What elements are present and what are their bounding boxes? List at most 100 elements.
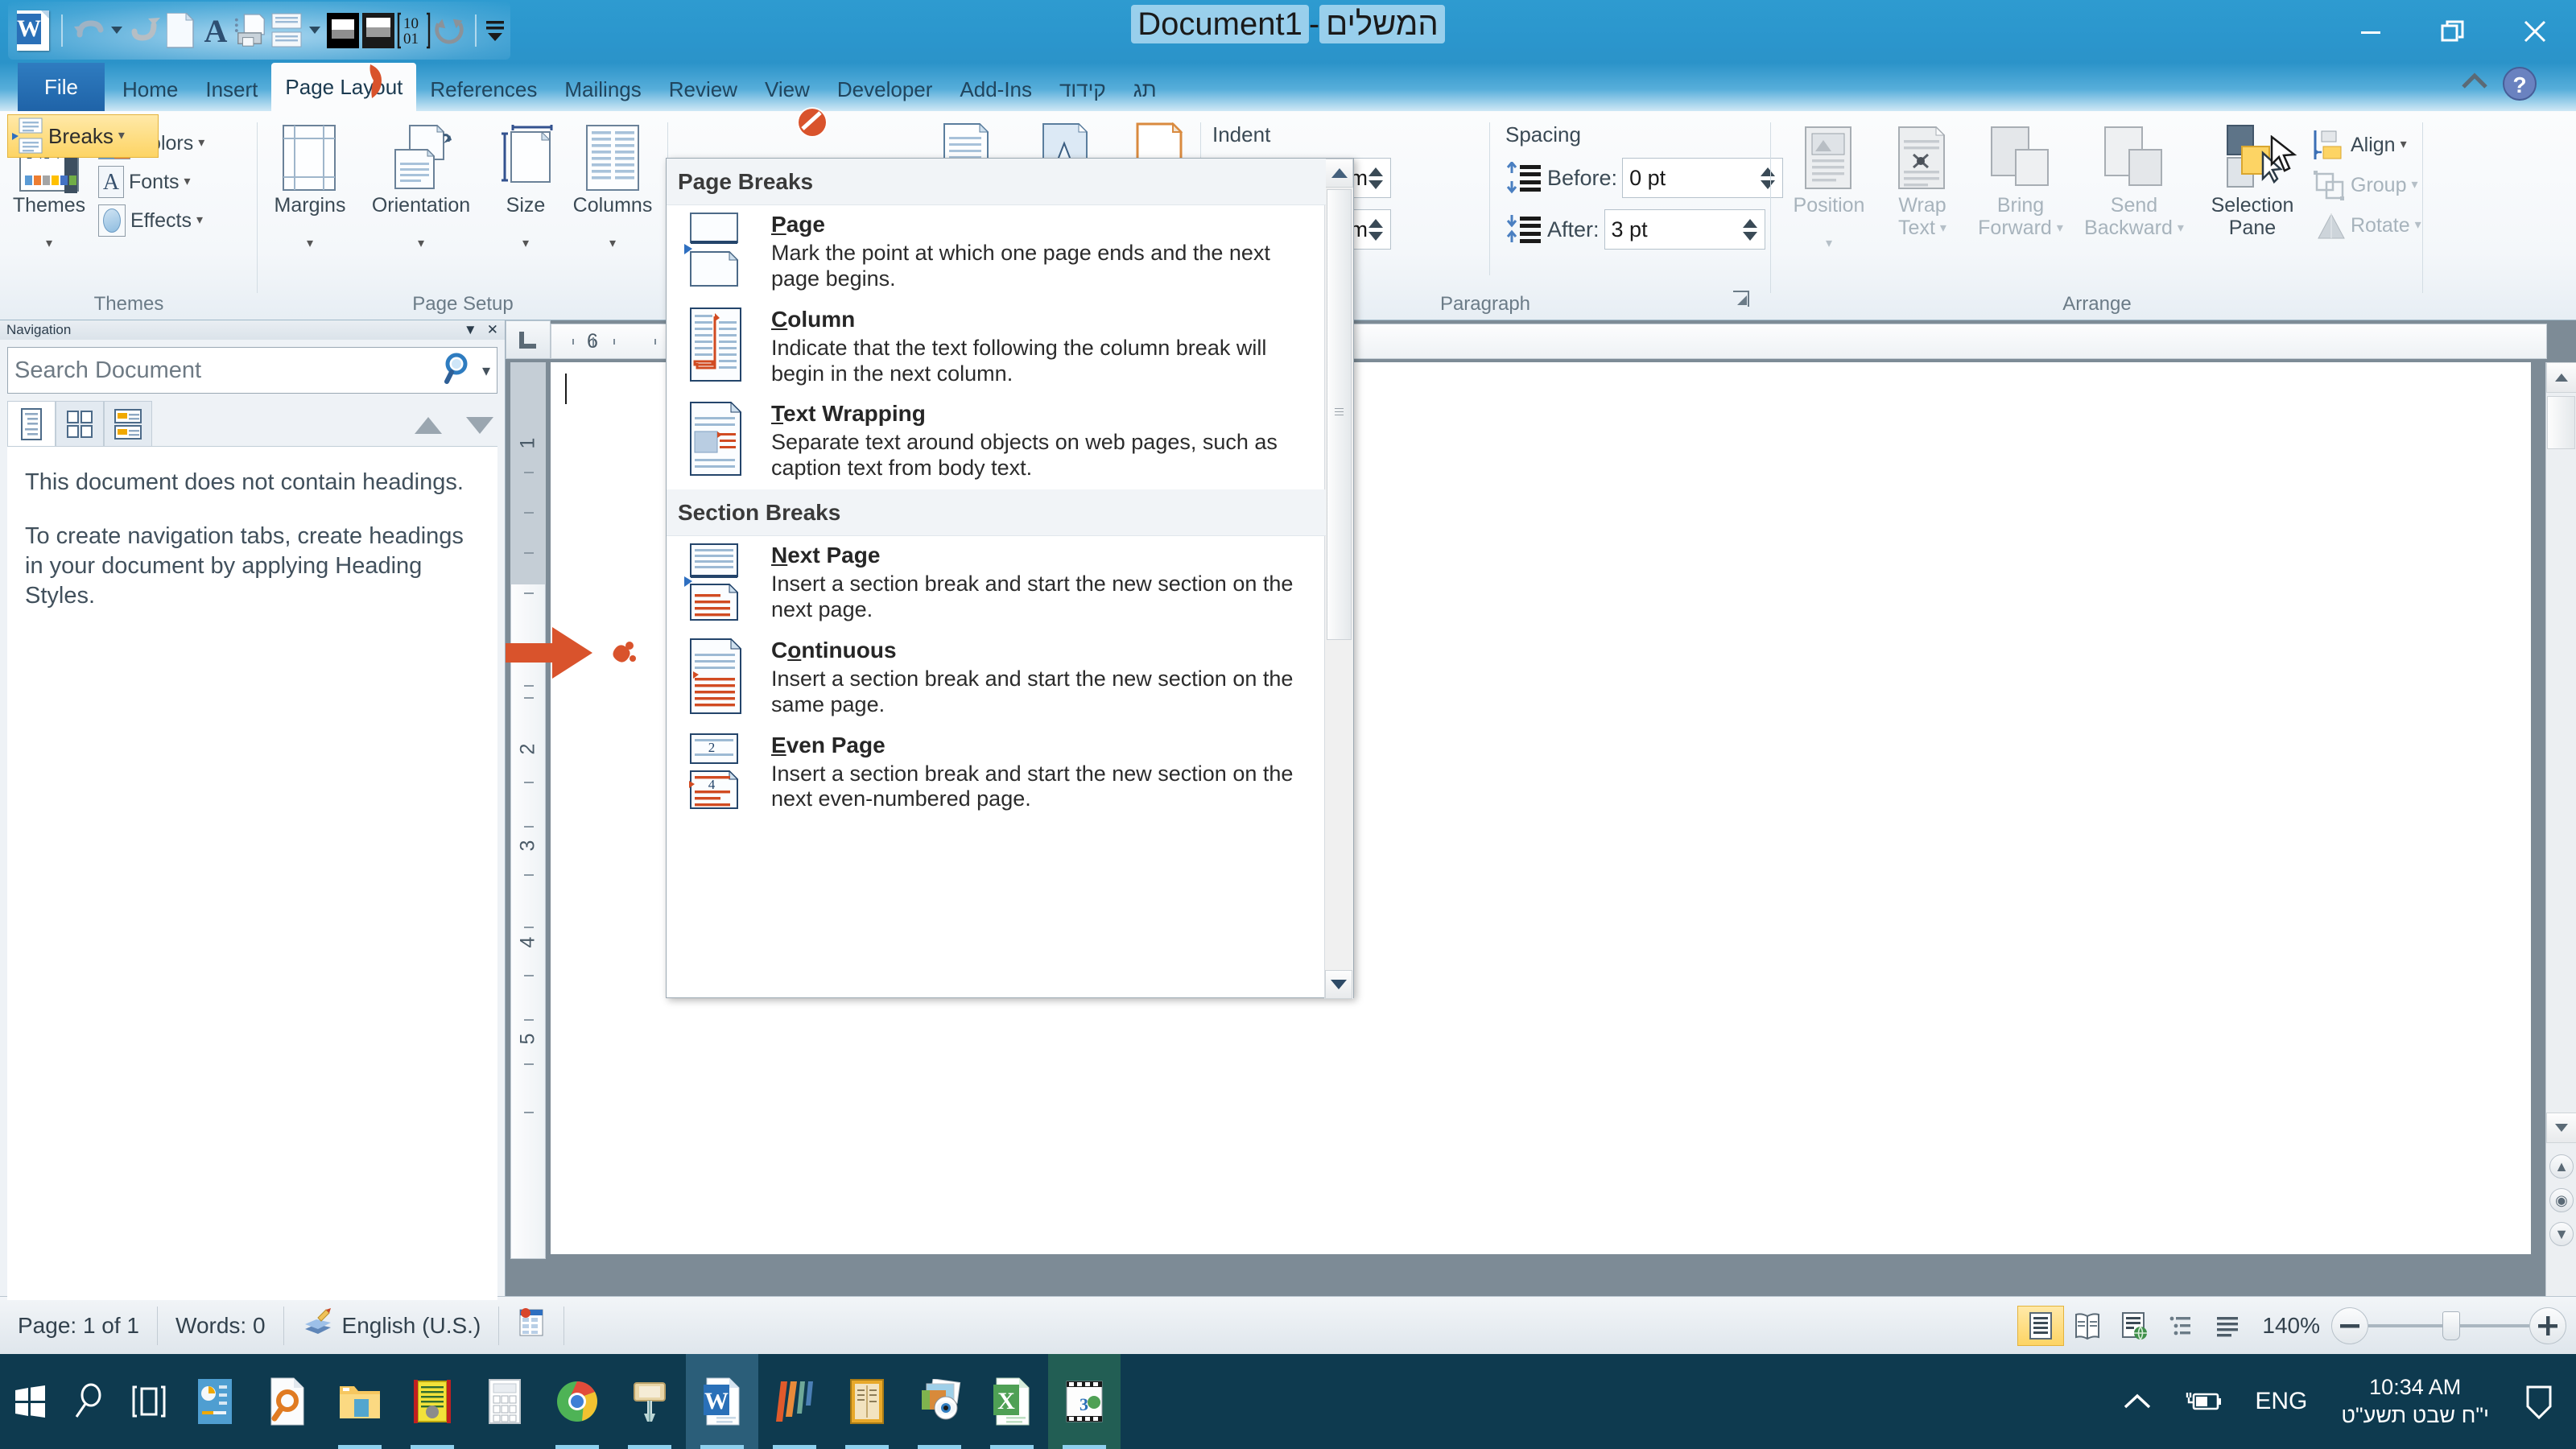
excel-app-icon[interactable]: X xyxy=(976,1354,1048,1449)
columns-button[interactable]: Columns ▾ xyxy=(565,124,660,250)
spacing-before-icon xyxy=(1505,162,1542,194)
minimize-button[interactable] xyxy=(2330,0,2412,63)
tab-home[interactable]: Home xyxy=(109,68,192,111)
search-icon[interactable] xyxy=(442,351,477,390)
dropdown-scroll-up-button[interactable] xyxy=(1325,159,1353,188)
notification-icon[interactable] xyxy=(2507,1354,2571,1449)
chrome-browser-icon[interactable] xyxy=(541,1354,613,1449)
send-backward-button[interactable]: Send Backward▾ xyxy=(2074,124,2194,240)
tab-insert[interactable]: Insert xyxy=(192,68,271,111)
navigation-pane-close-icon[interactable]: ✕ xyxy=(487,322,498,338)
vertical-ruler[interactable]: 112345 xyxy=(510,362,546,1259)
select-browse-object-button[interactable]: ◉ xyxy=(2549,1188,2574,1212)
orientation-button[interactable]: Orientation ▾ xyxy=(361,124,481,250)
task-view-icon[interactable] xyxy=(119,1354,179,1449)
close-button[interactable] xyxy=(2494,0,2576,63)
settings-app-icon[interactable] xyxy=(179,1354,251,1449)
media-stripes-app-icon[interactable] xyxy=(758,1354,831,1449)
menu-item-column[interactable]: ColumnIndicate that the text following t… xyxy=(667,300,1326,395)
sidebar-item-search-results[interactable] xyxy=(104,401,152,446)
clock[interactable]: 10:34 AM י"ח שבט תשע"ט xyxy=(2323,1354,2507,1449)
tab-mailings[interactable]: Mailings xyxy=(551,68,654,111)
navigation-next-icon[interactable] xyxy=(465,415,494,440)
navigation-prev-icon[interactable] xyxy=(414,415,443,440)
status-page[interactable]: Page: 1 of 1 xyxy=(0,1307,158,1345)
scroll-down-button[interactable] xyxy=(2546,1113,2576,1143)
scroll-up-button[interactable] xyxy=(2546,362,2576,393)
breaks-button[interactable]: Breaks ▾ xyxy=(7,114,159,158)
bring-forward-button[interactable]: Bring Forward▾ xyxy=(1969,124,2072,240)
document-vertical-scrollbar[interactable]: ▲ ◉ ▼ xyxy=(2545,362,2576,1296)
tab-review[interactable]: Review xyxy=(655,68,751,111)
zoom-out-button[interactable] xyxy=(2331,1307,2368,1344)
video-editor-app-icon[interactable]: 3 xyxy=(1048,1354,1121,1449)
size-button[interactable]: Size ▾ xyxy=(489,124,562,250)
annotation-marker-breaks xyxy=(793,105,832,143)
next-page-button[interactable]: ▼ xyxy=(2549,1222,2574,1246)
menu-item-continuous[interactable]: ContinuousInsert a section break and sta… xyxy=(667,631,1326,726)
status-bar-right: 140% xyxy=(2017,1306,2576,1346)
collapse-ribbon-icon[interactable] xyxy=(2460,69,2489,97)
tab-תג[interactable]: תג xyxy=(1120,68,1170,111)
sidebar-item-headings[interactable] xyxy=(7,401,56,446)
restore-button[interactable] xyxy=(2412,0,2494,63)
wrap-text-button[interactable]: Wrap Text▾ xyxy=(1877,124,1967,240)
theme-effects-button[interactable]: Effects ▾ xyxy=(98,204,204,237)
help-icon[interactable]: ? xyxy=(2502,66,2537,105)
windows-start-icon[interactable] xyxy=(0,1354,60,1449)
calculator-app-icon[interactable] xyxy=(469,1354,541,1449)
window-title-document: Document1 xyxy=(1131,5,1309,43)
outline-view-button[interactable] xyxy=(2157,1306,2204,1346)
book-reader-app-icon[interactable] xyxy=(831,1354,903,1449)
navigation-pane-options-icon[interactable]: ▼ xyxy=(464,322,477,338)
pdf-search-app-icon[interactable] xyxy=(251,1354,324,1449)
menu-item-page[interactable]: PageMark the point at which one page end… xyxy=(667,205,1326,300)
hebrew-library-app-icon[interactable] xyxy=(396,1354,469,1449)
scanner-app-icon[interactable] xyxy=(613,1354,686,1449)
zoom-level-label[interactable]: 140% xyxy=(2251,1313,2331,1339)
tab-references[interactable]: References xyxy=(416,68,551,111)
search-dropdown-icon[interactable]: ▾ xyxy=(482,361,490,381)
print-layout-view-button[interactable] xyxy=(2017,1306,2064,1346)
zoom-in-button[interactable] xyxy=(2529,1307,2566,1344)
menu-item-text-wrapping[interactable]: Text WrappingSeparate text around object… xyxy=(667,394,1326,489)
spacing-before-field[interactable]: Before: 0 pt xyxy=(1505,158,1783,198)
battery-charging-icon[interactable] xyxy=(2168,1354,2239,1449)
previous-page-button[interactable]: ▲ xyxy=(2549,1154,2574,1179)
sidebar-item-pages[interactable] xyxy=(56,401,104,446)
language-indicator[interactable]: ENG xyxy=(2239,1354,2323,1449)
file-explorer-icon[interactable] xyxy=(324,1354,396,1449)
zoom-slider-thumb[interactable] xyxy=(2442,1311,2460,1340)
search-icon[interactable] xyxy=(60,1354,119,1449)
scroll-thumb[interactable] xyxy=(2547,396,2575,449)
position-button[interactable]: Position ▾ xyxy=(1782,124,1876,250)
full-screen-reading-view-button[interactable] xyxy=(2064,1306,2111,1346)
menu-item-even-page[interactable]: 2 4 Even PageInsert a section break and … xyxy=(667,726,1326,821)
photo-viewer-app-icon[interactable] xyxy=(903,1354,976,1449)
tab-add-ins[interactable]: Add-Ins xyxy=(946,68,1046,111)
web-layout-view-button[interactable] xyxy=(2111,1306,2157,1346)
dropdown-scrollbar[interactable] xyxy=(1324,159,1353,999)
status-words[interactable]: Words: 0 xyxy=(158,1307,284,1345)
tab-קידוד[interactable]: קידוד xyxy=(1046,68,1120,111)
zoom-slider-track[interactable] xyxy=(2368,1324,2529,1327)
theme-fonts-button[interactable]: A Fonts ▾ xyxy=(98,166,204,198)
spacing-after-field[interactable]: After: 3 pt xyxy=(1505,209,1765,250)
status-language[interactable]: English (U.S.) xyxy=(284,1307,500,1345)
align-button[interactable]: Align ▾ xyxy=(2312,129,2421,161)
status-macro[interactable] xyxy=(499,1307,564,1345)
margins-button[interactable]: Margins ▾ xyxy=(267,124,353,250)
draft-view-button[interactable] xyxy=(2204,1306,2251,1346)
group-button[interactable]: Group ▾ xyxy=(2312,169,2421,201)
dropdown-scroll-down-button[interactable] xyxy=(1325,970,1352,999)
search-document-input[interactable]: Search Document ▾ xyxy=(7,347,497,394)
margins-button-label: Margins xyxy=(275,195,346,217)
show-hidden-icons-button[interactable] xyxy=(2107,1354,2168,1449)
word-app-icon[interactable]: W xyxy=(686,1354,758,1449)
paragraph-dialog-launcher[interactable] xyxy=(1731,289,1752,314)
rotate-button[interactable]: Rotate ▾ xyxy=(2312,209,2421,242)
tab-developer[interactable]: Developer xyxy=(824,68,947,111)
menu-item-next-page[interactable]: Next PageInsert a section break and star… xyxy=(667,536,1326,631)
tab-stop-selector[interactable] xyxy=(506,320,551,359)
tab-file[interactable]: File xyxy=(18,63,105,111)
